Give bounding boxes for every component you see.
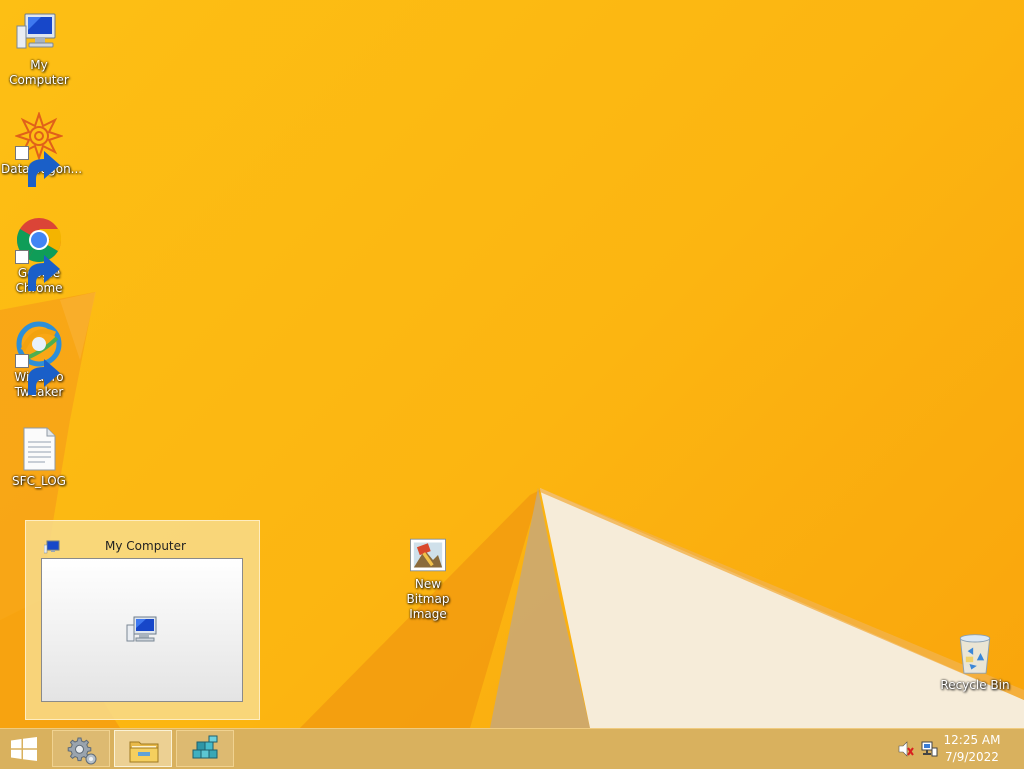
desktop-icon-label: Recycle Bin bbox=[940, 678, 1010, 692]
shortcut-arrow-icon bbox=[15, 354, 60, 395]
computer-icon bbox=[126, 616, 157, 642]
taskbar-button-file-explorer[interactable] bbox=[114, 730, 172, 767]
desktop-icon-google-chrome[interactable]: Google Chrome bbox=[1, 216, 77, 296]
taskbar-button-settings[interactable] bbox=[52, 730, 110, 767]
windows-logo-icon bbox=[11, 737, 37, 761]
text-file-icon bbox=[15, 424, 63, 472]
taskbar-thumbnail-preview[interactable]: My Computer bbox=[25, 520, 260, 720]
chrome-icon bbox=[15, 216, 63, 291]
thumbnail-title: My Computer bbox=[105, 539, 186, 553]
folder-icon bbox=[129, 741, 159, 763]
cubes-icon bbox=[192, 735, 218, 759]
desktop-icon-recycle-bin[interactable]: Recycle Bin bbox=[937, 630, 1013, 693]
datawagon-icon bbox=[15, 112, 63, 187]
desktop-icon-label: New Bitmap Image bbox=[406, 577, 450, 621]
desktop-icon-winaero-tweaker[interactable]: Winaero Tweaker bbox=[1, 320, 77, 400]
taskbar: 12:25 AM 7/9/2022 bbox=[0, 728, 1024, 769]
thumbnail-window-preview[interactable] bbox=[41, 558, 243, 702]
desktop-icon-label: SFC_LOG bbox=[12, 474, 66, 488]
recycle-bin-icon bbox=[953, 630, 997, 676]
taskbar-button-winaero-tweaker[interactable] bbox=[176, 730, 234, 767]
bitmap-image-icon bbox=[408, 535, 448, 575]
desktop-icon-label: My Computer bbox=[9, 58, 69, 87]
desktop-icon-sfc-log[interactable]: SFC_LOG bbox=[1, 424, 77, 489]
shortcut-arrow-icon bbox=[15, 146, 60, 187]
clock-time: 12:25 AM bbox=[943, 733, 1001, 747]
thumbnail-header: My Computer bbox=[42, 539, 249, 557]
clock-date: 7/9/2022 bbox=[945, 750, 999, 764]
desktop-icon-my-computer[interactable]: My Computer bbox=[1, 8, 77, 88]
desktop[interactable]: My Computer DataWagon... bbox=[0, 0, 1024, 728]
taskbar-clock[interactable]: 12:25 AM 7/9/2022 bbox=[932, 732, 1012, 766]
computer-icon bbox=[15, 8, 63, 56]
speaker-muted-icon[interactable] bbox=[897, 740, 915, 758]
shortcut-arrow-icon bbox=[15, 250, 60, 291]
desktop-icon-new-bitmap-image[interactable]: New Bitmap Image bbox=[390, 535, 466, 622]
desktop-icon-datawagon[interactable]: DataWagon... bbox=[1, 112, 82, 187]
gear-icon bbox=[67, 737, 97, 765]
winaero-tweaker-icon bbox=[15, 320, 63, 395]
start-button[interactable] bbox=[0, 729, 48, 769]
